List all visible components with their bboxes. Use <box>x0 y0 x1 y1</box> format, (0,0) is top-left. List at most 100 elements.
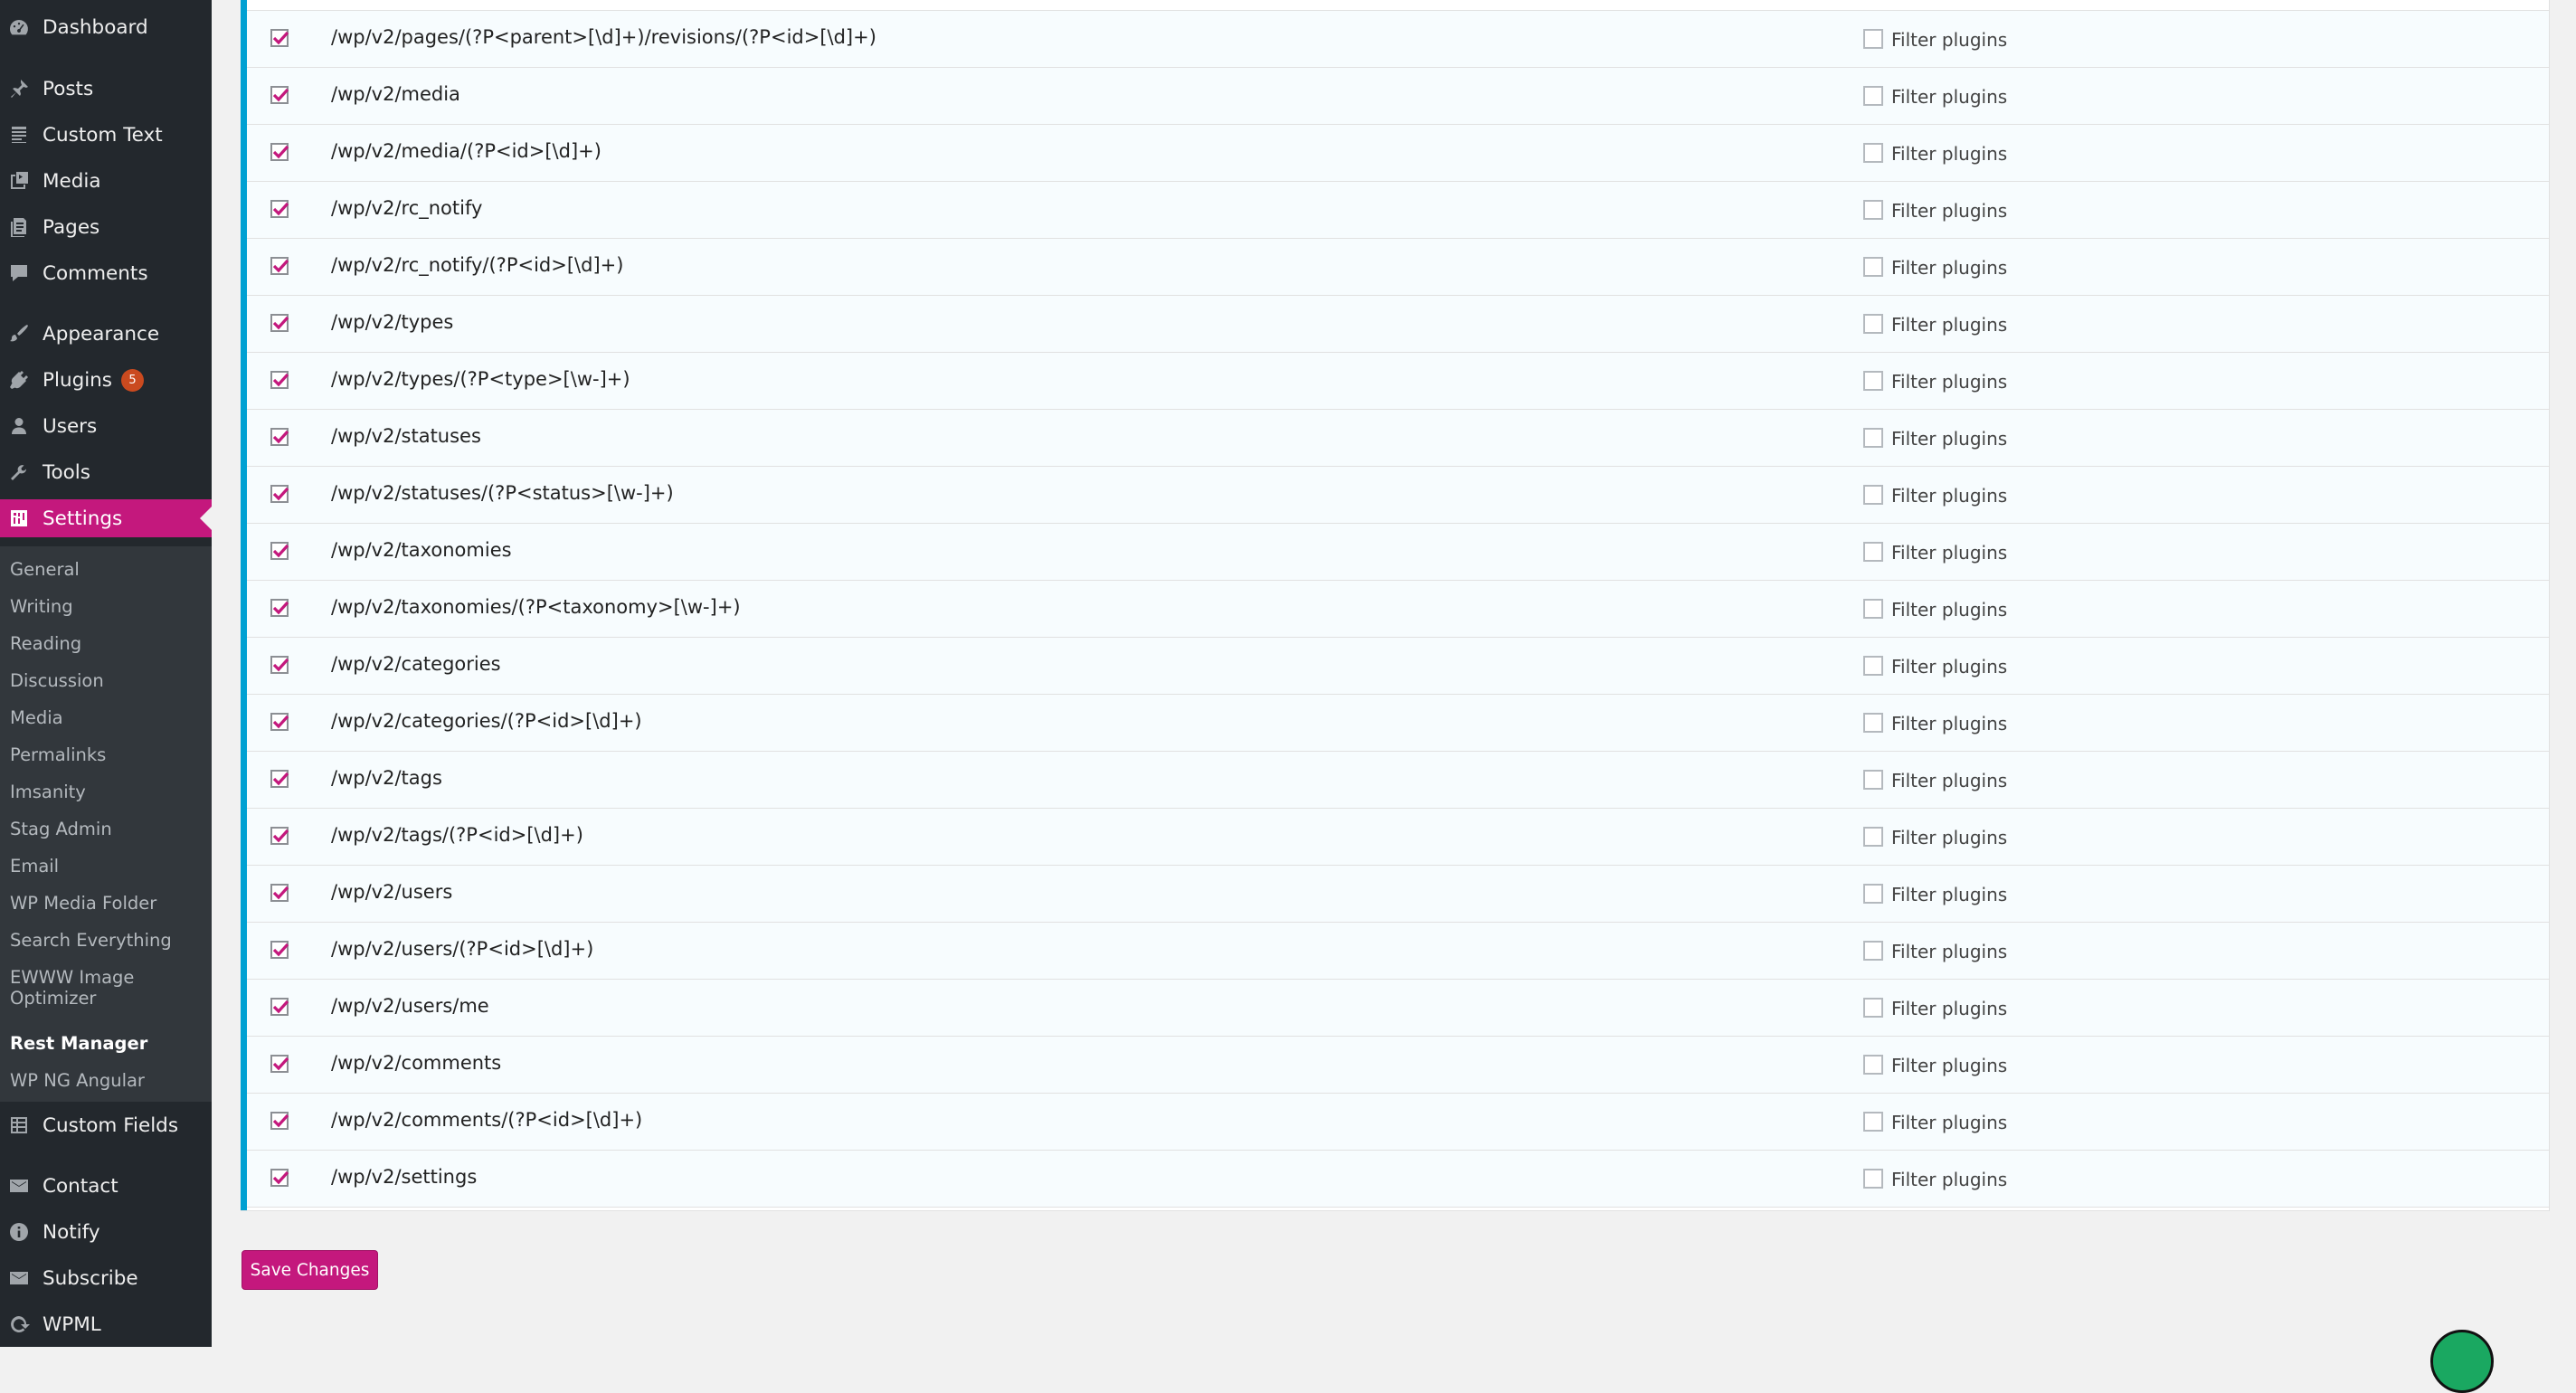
submenu-item-email[interactable]: Email <box>10 856 204 877</box>
filter-plugins-label[interactable]: Filter plugins <box>1891 1169 2007 1190</box>
submenu-item-search-everything[interactable]: Search Everything <box>10 930 204 951</box>
route-enable-checkbox[interactable] <box>270 1112 289 1130</box>
filter-plugins-label[interactable]: Filter plugins <box>1891 86 2007 108</box>
sidebar-item-contact[interactable]: Contact <box>0 1167 212 1205</box>
submenu-item-rest-manager[interactable]: Rest Manager <box>10 1033 204 1054</box>
route-path: /wp/v2/tags <box>331 767 442 789</box>
filter-plugins-checkbox[interactable] <box>1863 200 1883 220</box>
route-enable-checkbox[interactable] <box>270 542 289 560</box>
filter-plugins-label[interactable]: Filter plugins <box>1891 428 2007 450</box>
filter-plugins-label[interactable]: Filter plugins <box>1891 827 2007 848</box>
filter-plugins-label[interactable]: Filter plugins <box>1891 257 2007 279</box>
sidebar-item-wpml[interactable]: WPML <box>0 1305 212 1343</box>
filter-plugins-checkbox[interactable] <box>1863 1169 1883 1189</box>
filter-plugins-checkbox[interactable] <box>1863 86 1883 106</box>
chat-widget-icon[interactable] <box>2430 1330 2494 1393</box>
filter-plugins-checkbox[interactable] <box>1863 371 1883 391</box>
filter-plugins-checkbox[interactable] <box>1863 143 1883 163</box>
route-enable-checkbox[interactable] <box>270 314 289 332</box>
filter-plugins-label[interactable]: Filter plugins <box>1891 770 2007 791</box>
filter-plugins-label[interactable]: Filter plugins <box>1891 656 2007 678</box>
filter-plugins-label[interactable]: Filter plugins <box>1891 542 2007 564</box>
route-enable-checkbox[interactable] <box>270 200 289 218</box>
route-enable-checkbox[interactable] <box>270 998 289 1016</box>
route-enable-checkbox[interactable] <box>270 713 289 731</box>
filter-plugins-checkbox[interactable] <box>1863 1112 1883 1132</box>
filter-plugins-label[interactable]: Filter plugins <box>1891 884 2007 905</box>
filter-plugins-label[interactable]: Filter plugins <box>1891 29 2007 51</box>
filter-plugins-checkbox[interactable] <box>1863 656 1883 676</box>
route-enable-checkbox[interactable] <box>270 827 289 845</box>
route-enable-checkbox[interactable] <box>270 884 289 902</box>
route-path: /wp/v2/types <box>331 311 454 333</box>
submenu-item-media[interactable]: Media <box>10 707 204 728</box>
route-enable-checkbox[interactable] <box>270 428 289 446</box>
submenu-item-reading[interactable]: Reading <box>10 633 204 654</box>
route-enable-checkbox[interactable] <box>270 941 289 959</box>
submenu-item-ewww-image-optimizer[interactable]: EWWW Image Optimizer <box>10 967 204 1009</box>
filter-plugins-checkbox[interactable] <box>1863 884 1883 904</box>
submenu-item-imsanity[interactable]: Imsanity <box>10 782 204 802</box>
save-changes-button[interactable]: Save Changes <box>242 1250 378 1290</box>
sidebar-item-dashboard[interactable]: Dashboard <box>0 8 212 46</box>
route-enable-checkbox[interactable] <box>270 86 289 104</box>
submenu-item-discussion[interactable]: Discussion <box>10 670 204 691</box>
filter-plugins-label[interactable]: Filter plugins <box>1891 941 2007 962</box>
filter-plugins-checkbox[interactable] <box>1863 998 1883 1018</box>
table-row: /wp/v2/statuses/(?P<status>[\w-]+) Filter… <box>247 467 2549 524</box>
sidebar-item-label: Custom Text <box>43 123 163 147</box>
filter-plugins-checkbox[interactable] <box>1863 542 1883 562</box>
sidebar-item-custom-text[interactable]: Custom Text <box>0 116 212 154</box>
filter-plugins-checkbox[interactable] <box>1863 770 1883 790</box>
route-enable-checkbox[interactable] <box>270 1169 289 1187</box>
filter-plugins-label[interactable]: Filter plugins <box>1891 599 2007 621</box>
route-enable-checkbox[interactable] <box>270 371 289 389</box>
filter-plugins-checkbox[interactable] <box>1863 428 1883 448</box>
route-enable-checkbox[interactable] <box>270 1055 289 1073</box>
submenu-item-wp-media-folder[interactable]: WP Media Folder <box>10 893 204 914</box>
sidebar-item-comments[interactable]: Comments <box>0 254 212 292</box>
sidebar-item-notify[interactable]: Notify <box>0 1213 212 1251</box>
filter-plugins-label[interactable]: Filter plugins <box>1891 314 2007 336</box>
route-enable-checkbox[interactable] <box>270 770 289 788</box>
sidebar-item-plugins[interactable]: Plugins 5 <box>0 361 212 399</box>
sidebar-item-settings[interactable]: Settings <box>0 499 212 537</box>
sidebar-item-media[interactable]: Media <box>0 162 212 200</box>
filter-plugins-checkbox[interactable] <box>1863 257 1883 277</box>
submenu-item-general[interactable]: General <box>10 559 204 580</box>
filter-plugins-checkbox[interactable] <box>1863 941 1883 961</box>
filter-plugins-label[interactable]: Filter plugins <box>1891 371 2007 393</box>
submenu-item-permalinks[interactable]: Permalinks <box>10 744 204 765</box>
filter-plugins-label[interactable]: Filter plugins <box>1891 998 2007 1019</box>
filter-plugins-label[interactable]: Filter plugins <box>1891 713 2007 734</box>
submenu-item-writing[interactable]: Writing <box>10 596 204 617</box>
filter-plugins-checkbox[interactable] <box>1863 599 1883 619</box>
submenu-item-stag-admin[interactable]: Stag Admin <box>10 819 204 839</box>
route-enable-checkbox[interactable] <box>270 485 289 503</box>
route-enable-checkbox[interactable] <box>270 29 289 47</box>
sidebar-item-tools[interactable]: Tools <box>0 453 212 491</box>
filter-plugins-checkbox[interactable] <box>1863 1055 1883 1075</box>
sidebar-item-pages[interactable]: Pages <box>0 208 212 246</box>
route-enable-checkbox[interactable] <box>270 257 289 275</box>
filter-plugins-label[interactable]: Filter plugins <box>1891 200 2007 222</box>
filter-plugins-label[interactable]: Filter plugins <box>1891 485 2007 507</box>
filter-plugins-label[interactable]: Filter plugins <box>1891 1112 2007 1133</box>
filter-plugins-checkbox[interactable] <box>1863 713 1883 733</box>
filter-plugins-checkbox[interactable] <box>1863 485 1883 505</box>
filter-plugins-label[interactable]: Filter plugins <box>1891 1055 2007 1076</box>
sidebar-item-appearance[interactable]: Appearance <box>0 315 212 353</box>
route-enable-checkbox[interactable] <box>270 143 289 161</box>
filter-plugins-checkbox[interactable] <box>1863 827 1883 847</box>
filter-plugins-checkbox[interactable] <box>1863 29 1883 49</box>
sidebar-item-users[interactable]: Users <box>0 407 212 445</box>
route-enable-checkbox[interactable] <box>270 656 289 674</box>
route-enable-checkbox[interactable] <box>270 599 289 617</box>
sidebar-item-posts[interactable]: Posts <box>0 70 212 108</box>
submenu-item-wp-ng-angular[interactable]: WP NG Angular <box>10 1070 204 1091</box>
filter-plugins-checkbox[interactable] <box>1863 314 1883 334</box>
sidebar-item-subscribe[interactable]: Subscribe <box>0 1259 212 1297</box>
sidebar-item-custom-fields[interactable]: Custom Fields <box>0 1106 212 1144</box>
table-row: /wp/v2/media/(?P<id>[\d]+) Filter plugins <box>247 125 2549 182</box>
filter-plugins-label[interactable]: Filter plugins <box>1891 143 2007 165</box>
